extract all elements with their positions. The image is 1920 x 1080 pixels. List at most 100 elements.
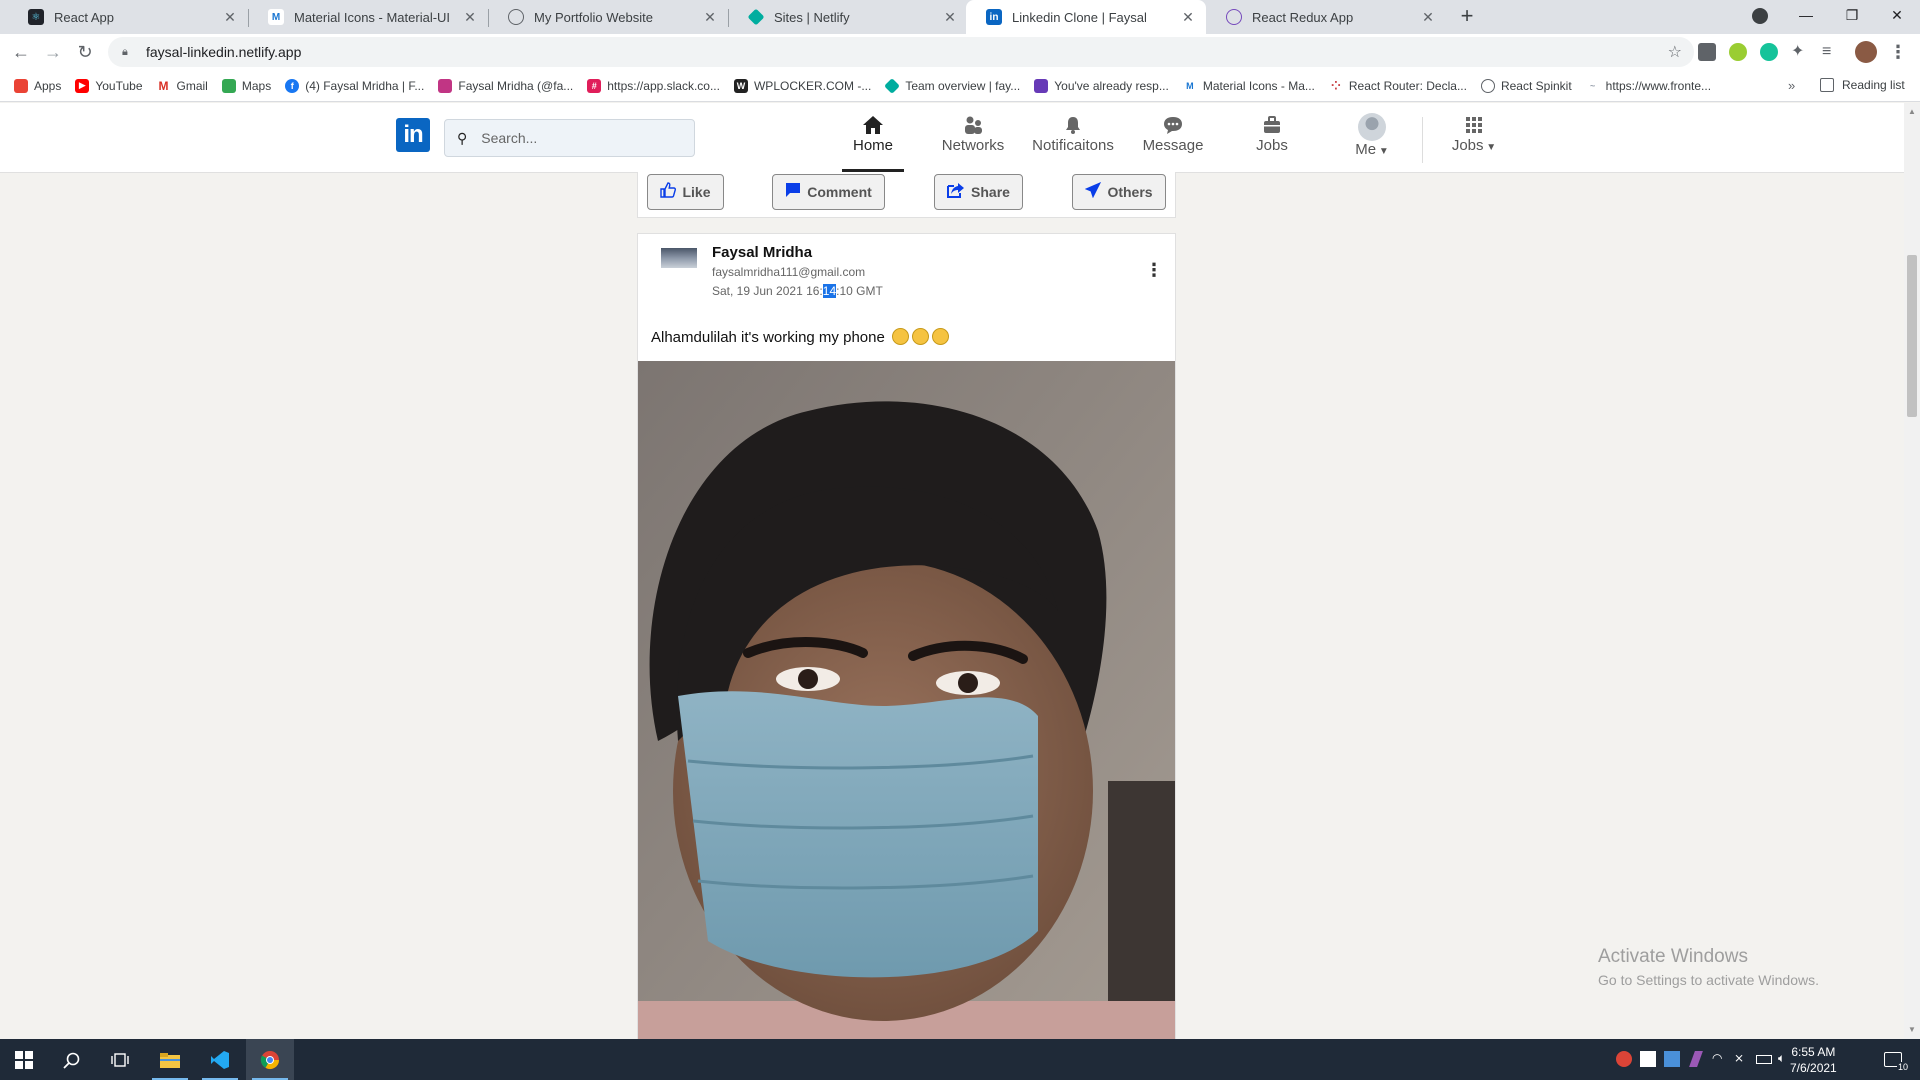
close-tab-icon[interactable]: ✕ <box>702 9 718 26</box>
post-text: Alhamdulilah it's working my phone <box>651 328 949 346</box>
bookmark-apps[interactable]: Apps <box>14 78 61 93</box>
bookmark-forms[interactable]: You've already resp... <box>1034 78 1169 93</box>
slack-icon: # <box>587 78 602 93</box>
share-button[interactable]: Share <box>934 174 1023 210</box>
bookmark-label: (4) Faysal Mridha | F... <box>305 78 425 93</box>
nav-message[interactable]: Message <box>1138 113 1208 165</box>
browser-tab[interactable]: React Redux App ✕ <box>1206 0 1446 34</box>
facebook-icon: f <box>285 78 300 93</box>
selfie-photo <box>638 361 1175 1042</box>
media-control-icon[interactable]: ≡ <box>1822 43 1840 61</box>
nav-label: Jobs <box>1256 137 1288 154</box>
close-tab-icon[interactable]: ✕ <box>1420 9 1436 26</box>
security-tray-icon[interactable] <box>1640 1051 1656 1067</box>
nav-notifications[interactable]: Notificaitons <box>1029 113 1117 165</box>
nav-label: Jobs ▼ <box>1451 137 1497 154</box>
profile-avatar[interactable] <box>1855 41 1877 63</box>
bookmark-instagram[interactable]: Faysal Mridha (@fa... <box>438 78 573 93</box>
task-view-icon[interactable] <box>96 1039 144 1080</box>
reading-list-button[interactable]: Reading list <box>1820 78 1905 92</box>
thumb-up-icon <box>660 181 677 203</box>
more-vert-icon[interactable]: ⋮ <box>1144 260 1164 280</box>
close-tab-icon[interactable]: ✕ <box>1180 9 1196 26</box>
bookmark-wplocker[interactable]: W WPLOCKER.COM -... <box>733 78 871 93</box>
bookmark-youtube[interactable]: ▶ YouTube <box>75 78 143 93</box>
bookmark-netlify-team[interactable]: Team overview | fay... <box>884 77 1020 94</box>
browser-tab[interactable]: ⚛ React App ✕ <box>8 0 248 34</box>
share-icon <box>947 182 965 203</box>
close-tab-icon[interactable]: ✕ <box>222 9 238 26</box>
extension-icon[interactable] <box>1729 43 1747 61</box>
extensions-puzzle-icon[interactable]: ✦ <box>1791 43 1809 61</box>
frontend-icon: ~ <box>1585 78 1600 93</box>
network-icon[interactable]: ◠ <box>1712 1051 1728 1067</box>
system-clock[interactable]: 6:55 AM 7/6/2021 <box>1790 1044 1837 1076</box>
bookmark-react-spinkit[interactable]: React Spinkit <box>1480 78 1572 93</box>
home-icon <box>862 113 884 137</box>
bookmark-label: YouTube <box>95 78 143 93</box>
bookmark-facebook[interactable]: f (4) Faysal Mridha | F... <box>285 78 425 93</box>
tab-title: Sites | Netlify <box>774 9 850 25</box>
close-window-button[interactable]: ✕ <box>1874 0 1920 30</box>
search-icon[interactable] <box>48 1039 96 1080</box>
forward-button[interactable]: → <box>41 40 65 64</box>
back-button[interactable]: ← <box>9 40 33 64</box>
windows-start-icon[interactable] <box>0 1039 48 1080</box>
search-input[interactable] <box>481 130 672 146</box>
netlify-icon <box>884 77 901 94</box>
minimize-button[interactable]: — <box>1783 0 1829 30</box>
bookmark-maps[interactable]: Maps <box>221 78 271 93</box>
address-bar[interactable]: 🔒︎ faysal-linkedin.netlify.app ☆ <box>108 37 1694 67</box>
close-tab-icon[interactable]: ✕ <box>942 9 958 26</box>
browser-tab[interactable]: My Portfolio Website ✕ <box>488 0 728 34</box>
chrome-menu-icon[interactable]: ⋮ <box>1886 40 1910 64</box>
bookmark-gmail[interactable]: M Gmail <box>156 78 208 93</box>
vscode-icon[interactable] <box>196 1039 244 1080</box>
browser-tab[interactable]: M Material Icons - Material-UI ✕ <box>248 0 488 34</box>
browser-toolbar: ← → ↻ 🔒︎ faysal-linkedin.netlify.app ☆ ✦… <box>0 34 1920 70</box>
app-tray-icon[interactable] <box>1664 1051 1680 1067</box>
file-explorer-icon[interactable] <box>146 1039 194 1080</box>
reload-button[interactable]: ↻ <box>73 40 97 64</box>
bookmarks-overflow-button[interactable]: » <box>1788 78 1795 93</box>
restore-button[interactable]: ❐ <box>1829 0 1875 30</box>
url-text: faysal-linkedin.netlify.app <box>146 44 302 60</box>
nav-apps[interactable]: Jobs ▼ <box>1448 113 1500 165</box>
bookmark-slack[interactable]: # https://app.slack.co... <box>587 78 720 93</box>
scroll-thumb[interactable] <box>1907 255 1917 417</box>
bookmark-material-icons[interactable]: M Material Icons - Ma... <box>1182 78 1315 93</box>
author-avatar[interactable] <box>661 248 697 268</box>
bookmark-star-icon[interactable]: ☆ <box>1668 42 1682 62</box>
no-wifi-icon[interactable]: ⨯ <box>1734 1051 1750 1067</box>
extension-icon[interactable] <box>1698 43 1716 61</box>
new-tab-button[interactable]: + <box>1454 4 1480 30</box>
browser-tab[interactable]: Sites | Netlify ✕ <box>728 0 968 34</box>
chrome-tray-icon[interactable] <box>1616 1051 1632 1067</box>
linkedin-logo[interactable]: in <box>396 118 430 152</box>
browser-tab-active[interactable]: in Linkedin Clone | Faysal ✕ <box>966 0 1206 34</box>
bookmark-frontend[interactable]: ~ https://www.fronte... <box>1585 78 1712 93</box>
bookmark-label: https://app.slack.co... <box>607 78 720 93</box>
bell-icon <box>1063 113 1083 137</box>
nav-jobs[interactable]: Jobs <box>1250 113 1294 165</box>
like-button[interactable]: Like <box>647 174 724 210</box>
nav-home[interactable]: Home <box>842 113 904 172</box>
button-label: Comment <box>807 184 872 200</box>
others-button[interactable]: Others <box>1072 174 1166 210</box>
nav-me[interactable]: Me ▼ <box>1352 113 1392 165</box>
bookmark-react-router[interactable]: ⁘ React Router: Decla... <box>1328 78 1467 93</box>
comment-button[interactable]: Comment <box>772 174 885 210</box>
tab-search-button[interactable] <box>1737 0 1783 30</box>
post-timestamp: Sat, 19 Jun 2021 16:14:10 GMT <box>712 284 883 298</box>
battery-icon[interactable] <box>1756 1055 1772 1064</box>
grammarly-icon[interactable] <box>1760 43 1778 61</box>
nav-networks[interactable]: Networks <box>934 113 1012 165</box>
close-tab-icon[interactable]: ✕ <box>462 9 478 26</box>
chrome-icon[interactable] <box>246 1039 294 1080</box>
post-card: Faysal Mridha faysalmridha111@gmail.com … <box>637 233 1176 1043</box>
feather-tray-icon[interactable] <box>1689 1051 1703 1067</box>
bookmark-label: https://www.fronte... <box>1605 78 1712 93</box>
page-scrollbar[interactable]: ▲ ▼ <box>1904 103 1920 1039</box>
tab-title: Linkedin Clone | Faysal <box>1012 9 1147 25</box>
notification-center-icon[interactable]: 10 <box>1870 1039 1916 1080</box>
